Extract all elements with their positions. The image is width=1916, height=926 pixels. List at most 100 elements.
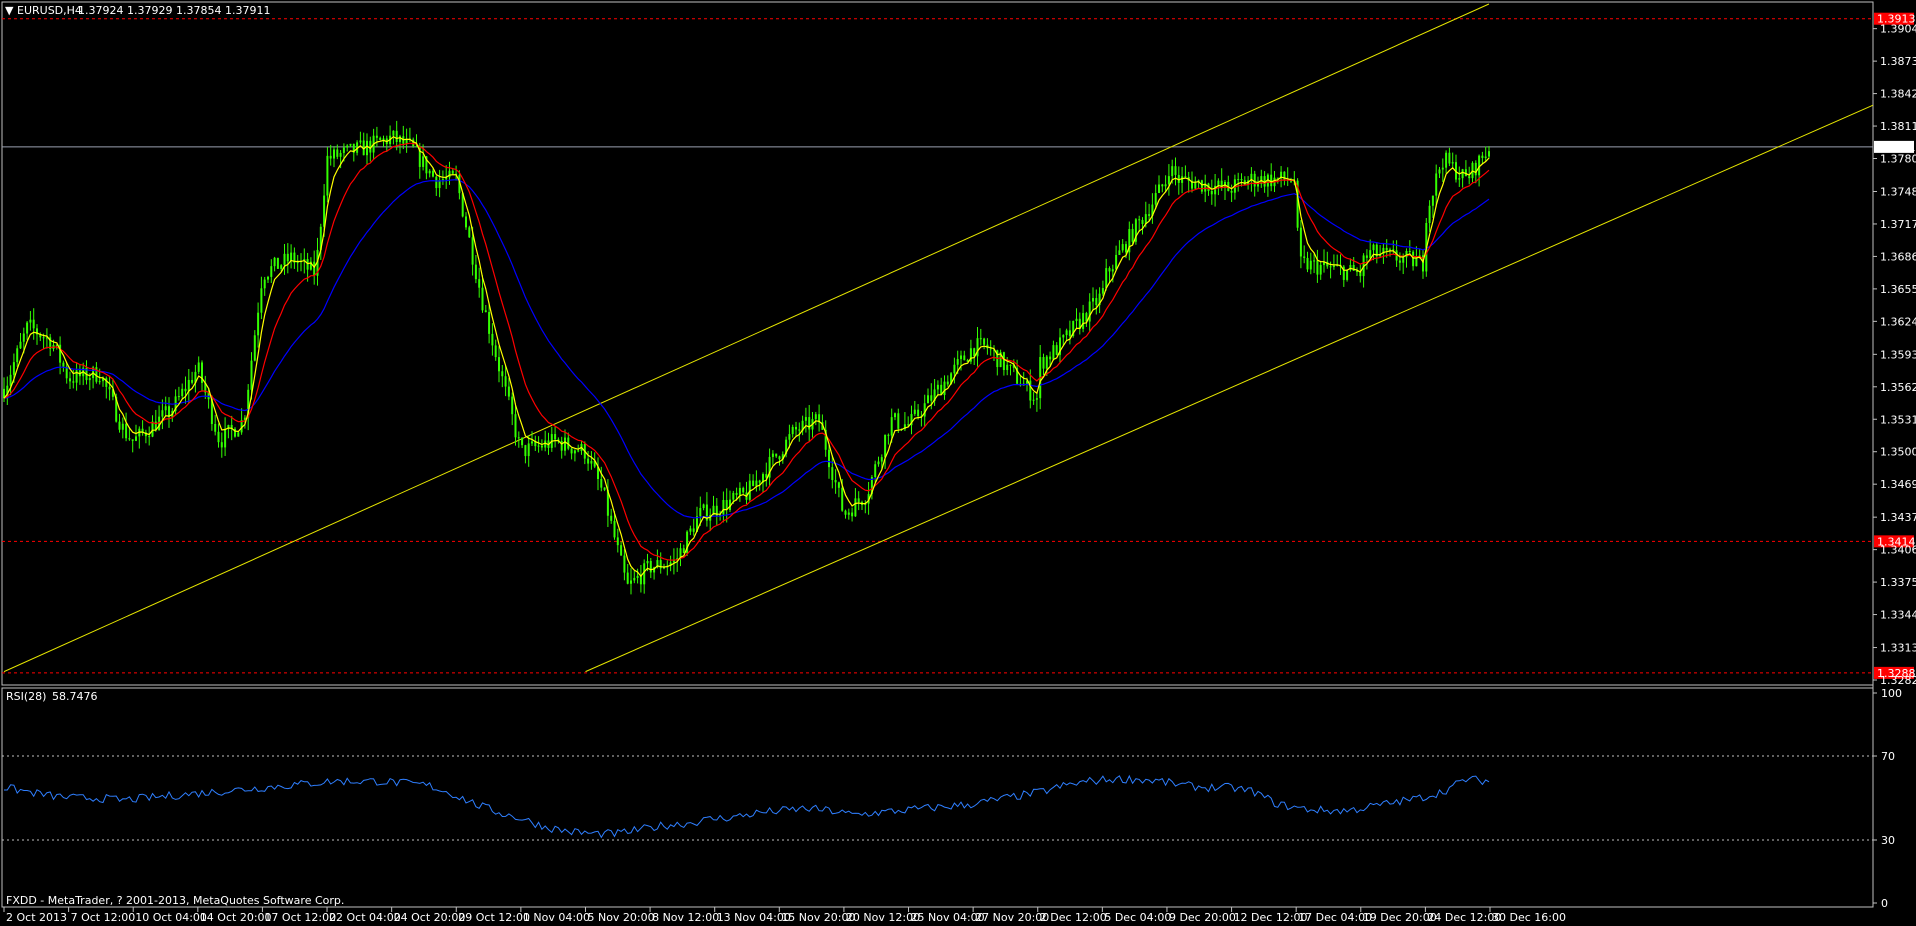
candle-body bbox=[1148, 214, 1151, 216]
candle-body bbox=[1032, 399, 1035, 401]
candle-body bbox=[758, 480, 761, 483]
candle-body bbox=[379, 137, 382, 140]
candle-body bbox=[877, 461, 880, 465]
candle-body bbox=[1108, 268, 1111, 272]
candle-body bbox=[42, 337, 45, 339]
candle-body bbox=[471, 237, 474, 265]
candle-body bbox=[573, 450, 576, 454]
candle-body bbox=[359, 140, 362, 143]
candle-body bbox=[432, 170, 434, 177]
candle-body bbox=[814, 414, 817, 420]
candle-body bbox=[12, 362, 15, 375]
rsi-line bbox=[4, 774, 1490, 839]
time-tick-label: 2 Dec 12:00 bbox=[1040, 911, 1107, 924]
candle-body bbox=[306, 259, 309, 270]
candle-body bbox=[237, 432, 240, 437]
candle-body bbox=[26, 322, 29, 334]
chart-canvas: 1.391351.341441.32888 1.37911 1.390401.3… bbox=[1, 1, 1916, 924]
candle-body bbox=[1474, 162, 1477, 176]
candle-body bbox=[560, 440, 563, 451]
candle-body bbox=[131, 439, 134, 441]
candle-body bbox=[220, 442, 223, 448]
candle-body bbox=[775, 453, 778, 457]
candle-body bbox=[177, 396, 180, 398]
candle-body bbox=[118, 421, 121, 430]
candle-body bbox=[1415, 257, 1418, 267]
candle-body bbox=[884, 434, 887, 458]
candle-body bbox=[1484, 156, 1487, 158]
candle-body bbox=[164, 406, 167, 411]
candle-body bbox=[828, 449, 830, 468]
time-tick-label: 5 Dec 04:00 bbox=[1104, 911, 1171, 924]
candle-body bbox=[263, 279, 266, 289]
candle-body bbox=[854, 498, 857, 517]
moving-averages bbox=[3, 135, 1490, 578]
price-axis-ticks: 1.39040 1.38730 1.38420 1.38110 1.37800 1.374… bbox=[1873, 23, 1916, 687]
time-tick-label: 8 Nov 12:00 bbox=[652, 911, 719, 924]
candle-body bbox=[1210, 190, 1213, 195]
time-tick-label: 24 Dec 12:00 bbox=[1427, 911, 1501, 924]
current-price-line: 1.37911 bbox=[2, 140, 1916, 154]
candle-body bbox=[570, 448, 573, 454]
candlestick-series bbox=[3, 120, 1490, 595]
candle-body bbox=[69, 378, 71, 382]
candle-body bbox=[1121, 244, 1124, 251]
candle-body bbox=[649, 561, 652, 573]
candle-body bbox=[564, 437, 566, 451]
candle-body bbox=[1035, 398, 1038, 400]
candle-body bbox=[524, 445, 527, 457]
candle-body bbox=[329, 155, 332, 159]
candle-body bbox=[742, 487, 745, 493]
candle-body bbox=[851, 512, 854, 517]
time-tick-label: 5 Nov 20:00 bbox=[587, 911, 654, 924]
candle-body bbox=[537, 445, 540, 447]
candle-body bbox=[837, 482, 840, 488]
price-tick-label: 1.35310 bbox=[1880, 413, 1916, 426]
candle-body bbox=[699, 508, 702, 517]
price-tick-label: 1.33445 bbox=[1880, 609, 1916, 622]
candle-body bbox=[1253, 173, 1256, 187]
candle-body bbox=[979, 338, 982, 340]
candle-body bbox=[1002, 352, 1005, 371]
time-tick-label: 12 Dec 12:00 bbox=[1234, 911, 1308, 924]
ma-slow-line bbox=[3, 179, 1490, 519]
candle-body bbox=[1445, 152, 1448, 168]
candle-body bbox=[501, 371, 504, 377]
rsi-tick-label: 100 bbox=[1881, 687, 1902, 700]
candle-body bbox=[890, 417, 893, 436]
candle-body bbox=[527, 443, 530, 457]
rsi-value: 58.7476 bbox=[52, 690, 98, 703]
candle-body bbox=[1408, 250, 1411, 252]
candle-body bbox=[504, 376, 507, 387]
candle-body bbox=[286, 253, 289, 262]
candle-body bbox=[1115, 254, 1118, 270]
candle-body bbox=[1230, 190, 1233, 193]
candle-body bbox=[943, 381, 946, 396]
candle-body bbox=[88, 378, 91, 381]
rsi-panel-frame bbox=[1, 687, 1874, 908]
candle-body bbox=[108, 386, 111, 390]
candle-body bbox=[1306, 257, 1309, 270]
time-tick-label: 14 Oct 20:00 bbox=[200, 911, 272, 924]
candle-body bbox=[646, 561, 649, 564]
candle-body bbox=[778, 456, 781, 460]
candle-body bbox=[1412, 251, 1415, 267]
candle-body bbox=[214, 424, 217, 432]
candle-body bbox=[181, 388, 184, 397]
chart-menu-arrow-icon[interactable]: ▼ bbox=[5, 4, 14, 17]
candle-body bbox=[517, 437, 520, 439]
candle-body bbox=[29, 319, 32, 323]
time-tick-label: 30 Dec 16:00 bbox=[1492, 911, 1566, 924]
candle-body bbox=[491, 333, 494, 346]
candle-body bbox=[610, 515, 613, 521]
candle-body bbox=[917, 409, 920, 417]
candle-body bbox=[841, 487, 844, 511]
candle-body bbox=[702, 504, 705, 509]
candle-body bbox=[313, 261, 316, 276]
candle-body bbox=[253, 335, 256, 361]
candle-body bbox=[514, 414, 517, 438]
candle-body bbox=[1075, 318, 1078, 321]
candle-body bbox=[913, 409, 916, 415]
time-tick-label: 7 Oct 12:00 bbox=[71, 911, 136, 924]
candle-body bbox=[1158, 184, 1160, 194]
